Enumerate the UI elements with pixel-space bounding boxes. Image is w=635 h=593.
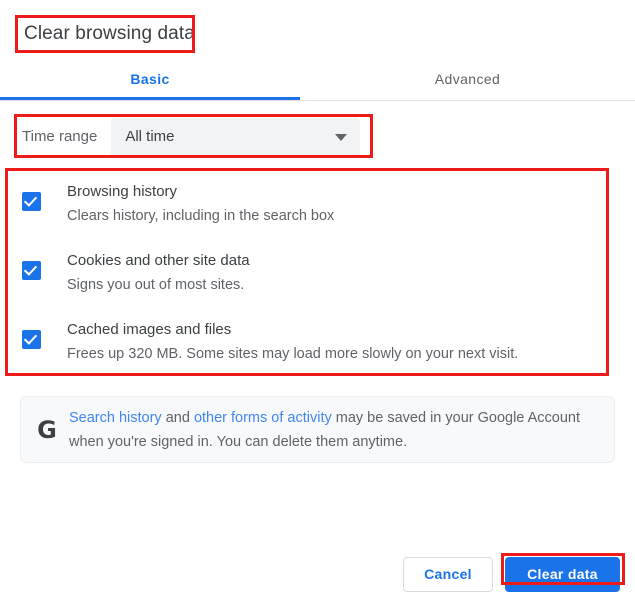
chevron-down-icon [335,133,348,141]
tab-advanced[interactable]: Advanced [300,59,635,100]
notice-mid: and [161,409,194,426]
option-description: Signs you out of most sites. [67,277,245,293]
notice-text: Search history and other forms of activi… [69,406,614,454]
option-text: Cached images and files Frees up 320 MB.… [67,318,635,365]
option-text: Browsing history Clears history, includi… [67,180,635,227]
option-title: Browsing history [67,183,178,200]
page-title: Clear browsing data [24,23,195,44]
time-range-value: All time [125,128,175,145]
search-history-link[interactable]: Search history [69,410,162,426]
clear-data-button[interactable]: Clear data [505,557,620,592]
checkbox-checked-icon[interactable] [22,192,41,211]
clear-options-list: Browsing history Clears history, includi… [0,180,635,387]
tab-bar: Basic Advanced [0,59,635,101]
time-range-label: Time range [22,128,98,145]
cancel-button[interactable]: Cancel [403,557,493,592]
option-description: Clears history, including in the search … [67,208,335,224]
option-cached-images-files[interactable]: Cached images and files Frees up 320 MB.… [0,318,635,365]
option-title: Cookies and other site data [67,252,250,269]
option-cookies-site-data[interactable]: Cookies and other site data Signs you ou… [0,249,635,296]
checkbox-checked-icon[interactable] [22,330,41,349]
checkbox-checked-icon[interactable] [22,261,41,280]
other-forms-activity-link[interactable]: other forms of activity [194,410,332,426]
option-text: Cookies and other site data Signs you ou… [67,249,635,296]
option-browsing-history[interactable]: Browsing history Clears history, includi… [0,180,635,227]
time-range-select[interactable]: All time [111,117,361,156]
tab-basic[interactable]: Basic [0,59,300,100]
option-title: Cached images and files [67,321,232,338]
option-description: Frees up 320 MB. Some sites may load mor… [67,346,519,362]
time-range-row: Time range All time [22,117,361,156]
google-account-notice: G Search history and other forms of acti… [20,396,615,463]
google-g-logo-icon: G [37,415,57,444]
